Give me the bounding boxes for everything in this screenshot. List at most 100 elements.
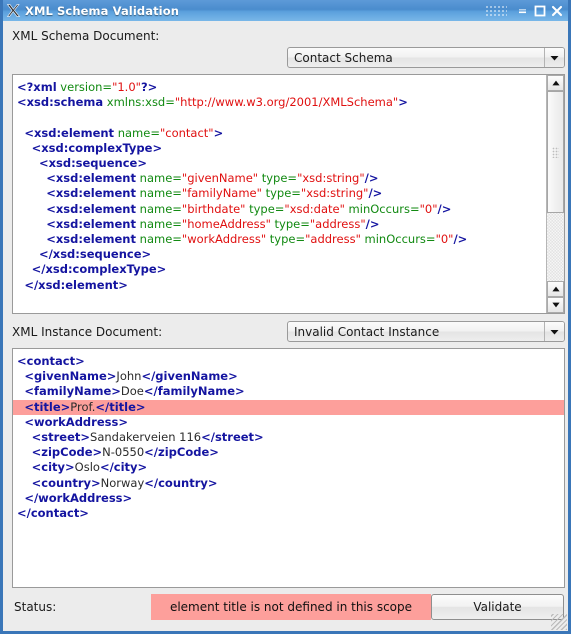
maximize-icon[interactable] (533, 4, 546, 17)
code-token-tag: <xsd:element (46, 171, 136, 186)
scroll-thumb-grip (552, 146, 559, 158)
validate-button[interactable]: Validate (431, 594, 564, 620)
code-token-tag: </contact> (17, 506, 89, 521)
code-token-tag: <xsd:complexType> (31, 140, 163, 155)
code-token-tag: <zipCode> (31, 445, 103, 460)
code-token-val: "xsd:string" (300, 186, 369, 201)
code-token-txt: Oslo (74, 460, 100, 475)
code-token-attr: name= (114, 125, 160, 140)
window-controls (485, 4, 563, 17)
schema-document-select[interactable]: Contact Schema (287, 47, 565, 68)
code-token-tag: <xsd:element (46, 201, 136, 216)
instance-label-row: XML Instance Document: (3, 317, 283, 347)
code-token-tag: /> (368, 186, 383, 201)
schema-scroll-track[interactable] (547, 91, 564, 313)
scroll-up-icon[interactable] (547, 75, 564, 91)
scroll-up-icon-secondary[interactable] (547, 281, 564, 297)
code-token-txt: Norway (100, 475, 145, 490)
code-token-tag: <xsd:schema (17, 95, 104, 110)
code-token-tag: </city> (99, 460, 148, 475)
code-line: <xsd:element name="contact"> (17, 126, 546, 141)
code-line: </xsd:element> (17, 278, 546, 293)
instance-code-body: <contact> <givenName>John</givenName> <f… (13, 349, 564, 587)
code-token-tag: <title> (24, 399, 71, 414)
code-token-tag: <xsd:element (46, 216, 136, 231)
schema-code-body: <?xml version="1.0"?> <xsd:schema xmlns:x… (13, 75, 546, 313)
minimize-icon[interactable] (516, 4, 529, 17)
code-token-txt: Doe (120, 384, 144, 399)
code-line: <xsd:element name="givenName" type="xsd:… (17, 171, 546, 186)
code-token-val: "address" (305, 232, 361, 247)
code-token-attr: minOccurs= (344, 201, 420, 216)
code-token-tag: <contact> (17, 354, 85, 368)
code-token-attr: type= (266, 232, 306, 247)
schema-document-select-value: Contact Schema (294, 50, 393, 65)
code-token-txt: N-0550 (102, 445, 145, 460)
code-token-attr: type= (245, 201, 285, 216)
schema-label-row: XML Schema Document: (3, 21, 283, 51)
code-token-tag: <?xml (17, 80, 57, 94)
code-token-val: "0" (419, 201, 438, 216)
status-message: element title is not defined in this sco… (151, 594, 431, 620)
code-token-tag: </zipCode> (144, 445, 219, 460)
code-line: <xsd:schema xmlns:xsd="http://www.w3.org… (17, 95, 546, 110)
code-token-attr: name= (136, 201, 182, 216)
code-token-val: "workAddress" (181, 232, 267, 247)
code-token-attr: name= (136, 232, 182, 247)
code-token-val: "address" (309, 216, 366, 231)
code-line: <xsd:complexType> (17, 141, 546, 156)
code-line: <xsd:sequence> (17, 156, 546, 171)
application-window: XML Schema Validation XML Schema Documen… (0, 0, 571, 634)
code-token-val: "0" (435, 232, 454, 247)
code-token-attr: xmlns:xsd= (103, 95, 175, 110)
code-line: <city>Oslo</city> (17, 460, 564, 475)
code-token-tag: </xsd:sequence> (38, 247, 152, 262)
client-area: XML Schema Document: Contact Schema <?xm… (3, 21, 568, 631)
code-token-tag: > (398, 95, 408, 110)
schema-document-label: XML Schema Document: (12, 29, 160, 43)
code-token-attr: type= (261, 186, 301, 201)
code-token-txt: Sandakerveien 116 (90, 430, 202, 445)
code-token-tag: </xsd:element> (24, 277, 128, 292)
schema-document-textarea[interactable]: <?xml version="1.0"?> <xsd:schema xmlns:x… (12, 74, 565, 314)
schema-vertical-scrollbar[interactable] (546, 75, 564, 313)
schema-scroll-thumb[interactable] (547, 91, 564, 213)
code-token-tag: <street> (31, 430, 91, 445)
code-token-val: "givenName" (181, 171, 259, 186)
code-line: </contact> (17, 506, 564, 521)
code-token-attr: type= (270, 216, 310, 231)
code-line: </workAddress> (17, 491, 564, 506)
close-icon[interactable] (550, 4, 563, 17)
code-token-tag: </title> (95, 399, 146, 414)
instance-document-select[interactable]: Invalid Contact Instance (287, 321, 565, 342)
code-line: <xsd:element name="workAddress" type="ad… (17, 232, 546, 247)
code-token-txt: John (116, 369, 142, 384)
code-token-tag: <xsd:element (46, 186, 136, 201)
scroll-down-icon[interactable] (547, 297, 564, 313)
code-token-attr: name= (136, 216, 182, 231)
window-title: XML Schema Validation (25, 3, 180, 18)
schema-code: <?xml version="1.0"?> <xsd:schema xmlns:x… (17, 80, 546, 293)
code-token-tag: <familyName> (24, 384, 121, 399)
chevron-down-icon[interactable] (544, 48, 564, 67)
code-token-tag: </xsd:complexType> (31, 262, 167, 277)
instance-document-label: XML Instance Document: (12, 325, 163, 339)
chevron-down-icon[interactable] (544, 322, 564, 341)
status-label: Status: (14, 600, 57, 614)
code-line: <xsd:element name="familyName" type="xsd… (17, 186, 546, 201)
window-grip-icon (485, 5, 507, 16)
resize-grip-icon[interactable] (551, 614, 567, 630)
code-token-txt: Prof. (70, 399, 96, 414)
code-line: <contact> (17, 354, 564, 369)
code-token-tag: <country> (31, 475, 101, 490)
code-token-val: "http://www.w3.org/2001/XMLSchema" (174, 95, 399, 110)
code-line: <zipCode>N-0550</zipCode> (17, 445, 564, 460)
code-token-tag: </familyName> (143, 384, 245, 399)
code-token-val: "homeAddress" (181, 216, 271, 231)
code-line: <workAddress> (17, 415, 564, 430)
instance-document-textarea[interactable]: <contact> <givenName>John</givenName> <f… (12, 348, 565, 588)
code-line: <xsd:element name="birthdate" type="xsd:… (17, 202, 546, 217)
code-token-val: "xsd:string" (297, 171, 365, 186)
code-line: <?xml version="1.0"?> (17, 80, 546, 95)
instance-code: <contact> <givenName>John</givenName> <f… (13, 354, 564, 521)
